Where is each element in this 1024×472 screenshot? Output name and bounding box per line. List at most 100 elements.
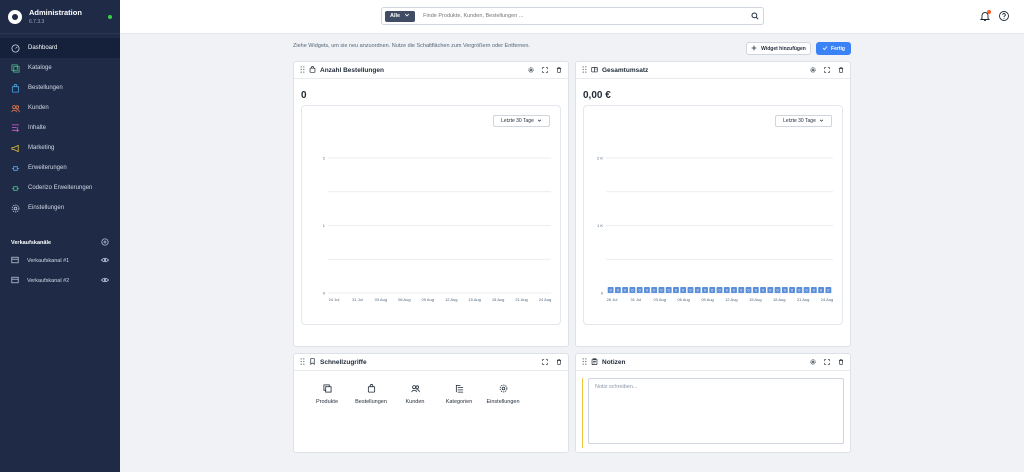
data-label: 0 (769, 288, 771, 292)
quick-link-label: Einstellungen (486, 399, 520, 405)
brand-header[interactable]: Administration 6.7.3.3 (0, 0, 120, 34)
quick-link-orders[interactable]: Bestellungen (351, 384, 391, 405)
expand-icon[interactable] (823, 67, 830, 74)
sidebar-item-marketing[interactable]: Marketing (0, 138, 120, 158)
data-label: 0 (784, 288, 786, 292)
x-tick-label: 03 Aug (375, 297, 387, 302)
x-tick-label: 24 Aug (821, 297, 833, 302)
revenue-widget: Gesamtumsatz 0,00 € 01 K2 K 26 Jul 31 Jul 0… (575, 61, 851, 347)
orders-chart-container: 0 1 2 24 Jul 31 Jul 03 Aug 06 Aug 09 Aug 12 Aug 1… (301, 105, 561, 325)
x-tick-label: 15 Aug (468, 297, 480, 302)
sidebar-item-settings[interactable]: Einstellungen (0, 198, 120, 218)
sidebar-item-label: Dashboard (28, 45, 58, 51)
orders-widget: Anzahl Bestellungen 0 0 1 2 24 Jul 31 Jul 03 … (293, 61, 569, 347)
sidebar-item-catalogs[interactable]: Kataloge (0, 58, 120, 78)
shopping-bag-icon (11, 83, 20, 93)
widget-title: Notizen (602, 358, 626, 366)
quick-link-products[interactable]: Produkte (307, 384, 347, 405)
x-tick-label: 06 Aug (677, 297, 689, 302)
widget-header: Notizen (576, 354, 850, 371)
revenue-total: 0,00 € (583, 90, 611, 101)
megaphone-icon (11, 144, 20, 153)
data-label: 0 (755, 288, 757, 292)
trash-icon[interactable] (555, 359, 562, 366)
search-scope-label: Alle (390, 13, 401, 19)
expand-icon[interactable] (823, 359, 830, 366)
plug-icon (11, 164, 20, 173)
plus-icon (751, 45, 757, 53)
sidebar-item-label: Marketing (28, 145, 55, 151)
settings-icon[interactable] (809, 359, 816, 366)
content-icon (11, 123, 20, 133)
y-tick-label: 1 (323, 223, 326, 228)
range-label: Letzte 30 Tage (501, 118, 534, 124)
expand-icon[interactable] (541, 359, 548, 366)
orders-chart: 0 1 2 24 Jul 31 Jul 03 Aug 06 Aug 09 Aug 12 Aug 1… (323, 156, 551, 303)
quick-link-label: Bestellungen (355, 399, 387, 405)
wallet-icon (591, 66, 598, 75)
done-button[interactable]: Fertig (816, 42, 851, 55)
data-label: 0 (624, 288, 626, 292)
x-tick-label: 21 Aug (515, 297, 527, 302)
chevron-down-icon (537, 118, 542, 125)
x-tick-label: 18 Aug (773, 297, 785, 302)
sales-channel-label: Verkaufskanal #2 (27, 278, 70, 284)
sidebar-item-content[interactable]: Inhalte (0, 118, 120, 138)
eye-icon[interactable] (100, 256, 110, 266)
quick-link-label: Kunden (405, 399, 425, 405)
settings-icon[interactable] (527, 67, 534, 74)
revenue-chart: 0 1 K 2 K 26 Jul 31 Jul 03 Aug 06 Aug 09 Aug 12 … (597, 156, 833, 303)
y-tick-label: 2 (323, 156, 326, 161)
search-input[interactable] (415, 13, 750, 19)
add-sales-channel-icon[interactable] (101, 238, 109, 248)
quick-link-settings[interactable]: Einstellungen (483, 384, 523, 405)
drag-handle-icon[interactable] (300, 65, 305, 75)
sidebar-item-customers[interactable]: Kunden (0, 98, 120, 118)
sidebar-item-dashboard[interactable]: Dashboard (0, 38, 120, 58)
shopping-bag-icon (367, 384, 376, 393)
notes-widget: Notizen (575, 353, 851, 453)
sidebar-item-coderizo-extensions[interactable]: Coderizo Erweiterungen (0, 178, 120, 198)
sidebar-item-orders[interactable]: Bestellungen (0, 78, 120, 98)
data-label: 0 (747, 288, 749, 292)
quick-link-categories[interactable]: Kategorien (439, 384, 479, 405)
search-scope-select[interactable]: Alle (385, 10, 416, 22)
trash-icon[interactable] (555, 67, 562, 74)
search-icon[interactable] (750, 11, 760, 21)
drag-handle-icon[interactable] (300, 357, 305, 367)
revenue-range-select[interactable]: Letzte 30 Tage (775, 115, 832, 127)
sales-channel-item[interactable]: Verkaufskanal #2 (0, 271, 120, 291)
notes-textarea[interactable] (588, 378, 844, 444)
global-search: Alle (381, 7, 764, 25)
trash-icon[interactable] (837, 67, 844, 74)
shopping-bag-icon (309, 65, 316, 75)
quick-link-label: Kategorien (445, 399, 473, 405)
top-bar: Alle (120, 0, 1024, 34)
orders-range-select[interactable]: Letzte 30 Tage (493, 115, 550, 127)
quick-link-customers[interactable]: Kunden (395, 384, 435, 405)
eye-icon[interactable] (100, 276, 110, 286)
drag-handle-icon[interactable] (582, 65, 587, 75)
data-label: 0 (682, 288, 684, 292)
help-icon[interactable] (998, 10, 1010, 22)
x-tick-label: 09 Aug (701, 297, 713, 302)
expand-icon[interactable] (541, 67, 548, 74)
list-icon (455, 384, 464, 393)
sales-channel-label: Verkaufskanal #1 (27, 258, 70, 264)
bell-icon[interactable] (979, 10, 991, 22)
revenue-chart-container: 0 1 K 2 K 26 Jul 31 Jul 03 Aug 06 Aug 09 Aug 12 … (583, 105, 843, 325)
data-label: 0 (791, 288, 793, 292)
drag-handle-icon[interactable] (582, 357, 587, 367)
data-label: 0 (718, 288, 720, 292)
data-label: 0 (704, 288, 706, 292)
y-tick-label: 0 (601, 291, 604, 296)
sales-channel-item[interactable]: Verkaufskanal #1 (0, 251, 120, 271)
data-label: 0 (631, 288, 633, 292)
settings-icon[interactable] (809, 67, 816, 74)
sidebar-item-extensions[interactable]: Erweiterungen (0, 158, 120, 178)
widget-title: Gesamtumsatz (602, 66, 649, 74)
trash-icon[interactable] (837, 359, 844, 366)
bookmark-icon (309, 357, 316, 367)
data-label: 0 (697, 288, 699, 292)
add-widget-button[interactable]: Widget hinzufügen (746, 42, 811, 55)
